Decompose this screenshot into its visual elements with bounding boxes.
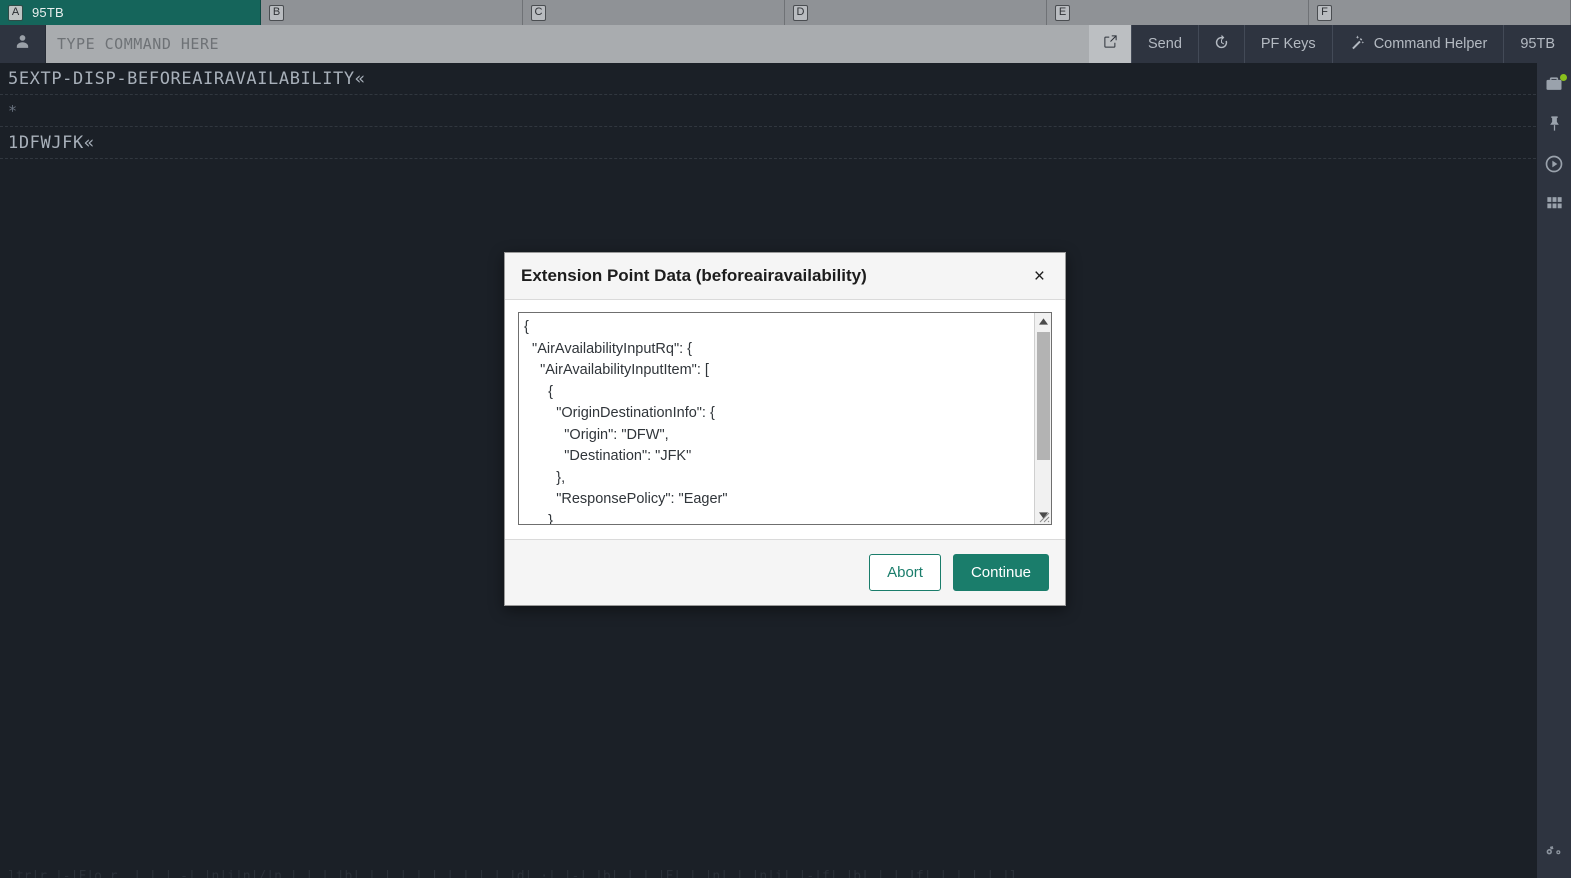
abort-button[interactable]: Abort xyxy=(869,554,941,591)
tab-badge-f: F xyxy=(1317,4,1332,21)
session-indicator-label: 95TB xyxy=(1520,36,1555,52)
scrollbar-thumb[interactable] xyxy=(1036,332,1050,460)
scrollbar-track[interactable] xyxy=(1035,330,1052,507)
expand-command-button[interactable] xyxy=(1089,25,1132,63)
json-textarea[interactable] xyxy=(519,313,1034,524)
history-icon xyxy=(1213,34,1230,55)
json-editor-wrapper xyxy=(518,312,1052,525)
tab-label-a: 95TB xyxy=(32,5,64,20)
user-icon xyxy=(14,33,31,55)
terminal-row: * xyxy=(0,95,1536,127)
external-link-icon xyxy=(1103,34,1118,54)
send-button-label: Send xyxy=(1148,36,1182,52)
scroll-up-icon[interactable] xyxy=(1035,313,1052,330)
command-helper-label: Command Helper xyxy=(1373,36,1488,52)
pin-icon xyxy=(1545,114,1564,138)
session-indicator[interactable]: 95TB xyxy=(1503,25,1571,63)
settings-button[interactable] xyxy=(1537,841,1571,866)
magic-wand-icon xyxy=(1349,34,1366,55)
tab-strip: A 95TB B C D E F xyxy=(0,0,1571,25)
tab-session-a[interactable]: A 95TB xyxy=(0,0,261,25)
extension-point-dialog: Extension Point Data (beforeairavailabil… xyxy=(504,252,1066,606)
pin-button[interactable] xyxy=(1543,115,1565,137)
play-button[interactable] xyxy=(1543,155,1565,177)
tab-badge-d: D xyxy=(793,4,808,21)
command-bar: Send PF Keys Command Helper 95TB xyxy=(0,25,1571,63)
dialog-header: Extension Point Data (beforeairavailabil… xyxy=(505,253,1065,300)
tab-badge-e: E xyxy=(1055,4,1070,21)
tab-badge-c: C xyxy=(531,4,546,21)
terminal-line-2: * xyxy=(8,101,18,120)
dialog-footer: Abort Continue xyxy=(505,539,1065,605)
dialog-title: Extension Point Data (beforeairavailabil… xyxy=(521,266,867,285)
dialog-body xyxy=(505,300,1065,539)
briefcase-button[interactable] xyxy=(1543,74,1567,97)
command-helper-button[interactable]: Command Helper xyxy=(1331,25,1504,63)
continue-button[interactable]: Continue xyxy=(952,554,1049,591)
cogs-icon xyxy=(1543,841,1565,866)
pf-keys-button[interactable]: PF Keys xyxy=(1243,25,1332,63)
user-button[interactable] xyxy=(0,25,46,63)
tab-session-e[interactable]: E xyxy=(1047,0,1309,25)
resize-grip-icon[interactable] xyxy=(1036,509,1050,523)
grid-button[interactable] xyxy=(1543,195,1565,217)
send-button[interactable]: Send xyxy=(1131,25,1198,63)
tab-badge-a: A xyxy=(8,4,23,21)
briefcase-notification-badge xyxy=(1560,74,1567,81)
command-input-wrapper xyxy=(46,25,1132,63)
play-circle-icon xyxy=(1544,154,1564,179)
pf-keys-label: PF Keys xyxy=(1260,36,1316,52)
terminal-status-line: ltr|r |-|F|o.r. |.|.|.-|.|n|i|n|/|n.|.|.… xyxy=(8,869,1018,878)
tab-badge-b: B xyxy=(269,4,284,21)
tab-session-d[interactable]: D xyxy=(785,0,1047,25)
tab-session-f[interactable]: F xyxy=(1309,0,1571,25)
tab-session-c[interactable]: C xyxy=(523,0,785,25)
json-scrollbar[interactable] xyxy=(1034,313,1051,524)
terminal-line-3: 1DFWJFK« xyxy=(8,132,95,153)
tab-session-b[interactable]: B xyxy=(261,0,523,25)
grid-icon xyxy=(1545,194,1564,218)
history-button[interactable] xyxy=(1197,25,1244,63)
command-input[interactable] xyxy=(46,35,1090,53)
close-icon[interactable]: × xyxy=(1030,265,1049,288)
terminal-row: 1DFWJFK« xyxy=(0,127,1536,159)
right-rail xyxy=(1536,63,1571,878)
terminal-line-1: 5EXTP-DISP-BEFOREAIRAVAILABILITY« xyxy=(8,68,366,89)
terminal-row: 5EXTP-DISP-BEFOREAIRAVAILABILITY« xyxy=(0,63,1536,95)
